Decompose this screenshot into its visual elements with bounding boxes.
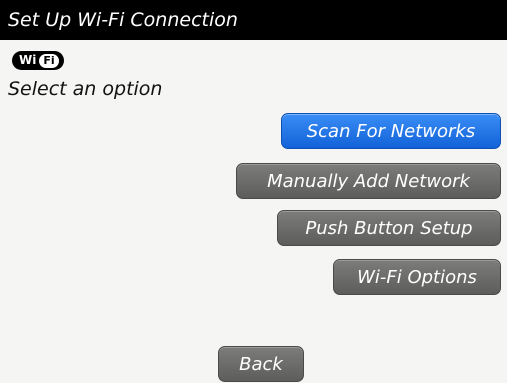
push-button-setup-button[interactable]: Push Button Setup (277, 210, 501, 246)
wifi-options-button[interactable]: Wi-Fi Options (333, 259, 501, 295)
wifi-logo-icon: Wi Fi (12, 51, 64, 70)
wifi-logo-fi: Fi (39, 53, 59, 68)
page-title: Set Up Wi-Fi Connection (0, 0, 507, 40)
manually-add-network-button[interactable]: Manually Add Network (236, 163, 501, 199)
select-option-prompt: Select an option (8, 78, 163, 100)
back-button[interactable]: Back (218, 346, 304, 382)
wifi-logo-wi: Wi (19, 53, 37, 67)
scan-for-networks-button[interactable]: Scan For Networks (281, 113, 501, 149)
